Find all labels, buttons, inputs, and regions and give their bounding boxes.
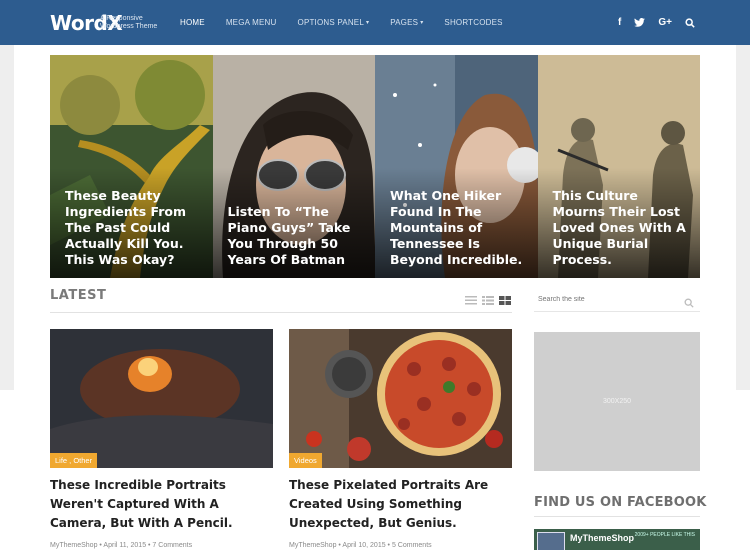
facebook-page-name[interactable]: MyThemeShop xyxy=(570,533,634,543)
chevron-down-icon: ▾ xyxy=(420,20,424,26)
page-avatar xyxy=(537,532,565,550)
chevron-down-icon: ▾ xyxy=(365,20,370,26)
post-thumbnail[interactable]: Videos xyxy=(289,329,512,468)
category-tag[interactable]: Videos xyxy=(289,453,322,468)
featured-post[interactable]: Listen To “The Piano Guys” Take You Thro… xyxy=(212,55,375,278)
post-thumbnail[interactable]: Life , Other xyxy=(50,329,273,468)
featured-post[interactable]: This Culture Mourns Their Lost Loved One… xyxy=(537,55,700,278)
facebook-likes-count: 2009+ PEOPLE LIKE THIS xyxy=(634,532,695,538)
compact-list-icon[interactable] xyxy=(482,292,494,310)
post-card[interactable]: Videos These Pixelated Portraits Are Cre… xyxy=(289,329,512,549)
grid-view-icon[interactable] xyxy=(499,292,511,310)
post-title[interactable]: These Pixelated Portraits Are Created Us… xyxy=(289,476,512,533)
top-navigation-bar: WordX A Responsive Wordpress Theme HOME … xyxy=(0,0,750,45)
featured-post[interactable]: These Beauty Ingredients From The Past C… xyxy=(50,55,213,278)
main-menu: HOME MEGA MENU OPTIONS PANEL ▾ PAGES ▾ SHO… xyxy=(180,0,524,45)
featured-post-title[interactable]: This Culture Mourns Their Lost Loved One… xyxy=(553,188,693,268)
layout-switcher xyxy=(465,292,516,310)
page-margin-left xyxy=(0,45,14,390)
featured-post[interactable]: What One Hiker Found In The Mountains of… xyxy=(375,55,538,278)
divider xyxy=(50,312,512,313)
featured-post-title[interactable]: Listen To “The Piano Guys” Take You Thro… xyxy=(228,204,368,268)
nav-home[interactable]: HOME xyxy=(180,18,205,27)
page-margin-right xyxy=(736,45,750,390)
google-plus-icon[interactable]: G+ xyxy=(658,17,672,28)
featured-post-title[interactable]: These Beauty Ingredients From The Past C… xyxy=(65,188,205,268)
latest-heading: LATEST xyxy=(50,288,107,303)
facebook-icon[interactable]: f xyxy=(618,17,621,28)
twitter-icon[interactable] xyxy=(634,18,646,27)
category-tag[interactable]: Life , Other xyxy=(50,453,98,468)
search-input[interactable] xyxy=(534,287,664,312)
post-title[interactable]: These Incredible Portraits Weren't Captu… xyxy=(50,476,273,533)
pizza-photo xyxy=(289,329,512,468)
post-card[interactable]: Life , Other These Incredible Portraits … xyxy=(50,329,273,549)
campfire-photo xyxy=(50,329,273,468)
post-meta: MyThemeShop • April 11, 2015 • 7 Comment… xyxy=(50,542,193,549)
featured-slider: These Beauty Ingredients From The Past C… xyxy=(50,55,700,278)
nav-pages[interactable]: PAGES ▾ xyxy=(390,18,423,27)
search-icon[interactable] xyxy=(685,17,695,28)
post-meta: MyThemeShop • April 10, 2015 • 5 Comment… xyxy=(289,542,432,549)
featured-post-title[interactable]: What One Hiker Found In The Mountains of… xyxy=(390,188,530,268)
nav-shortcodes[interactable]: SHORTCODES xyxy=(444,18,502,27)
divider xyxy=(534,516,700,517)
site-tagline: A Responsive Wordpress Theme xyxy=(100,15,158,30)
social-links: f G+ xyxy=(605,0,695,45)
search-icon[interactable] xyxy=(684,295,694,313)
nav-options-panel[interactable]: OPTIONS PANEL ▾ xyxy=(298,18,370,27)
facebook-page-widget[interactable]: MyThemeShop 2009+ PEOPLE LIKE THIS xyxy=(534,529,700,550)
list-view-icon[interactable] xyxy=(465,292,477,310)
ad-size-label: 300X250 xyxy=(602,398,632,405)
nav-mega-menu[interactable]: MEGA MENU xyxy=(226,18,277,27)
ad-placeholder[interactable]: 300X250 xyxy=(534,332,700,471)
facebook-widget-heading: FIND US ON FACEBOOK xyxy=(534,495,707,510)
sidebar-search xyxy=(534,287,700,312)
